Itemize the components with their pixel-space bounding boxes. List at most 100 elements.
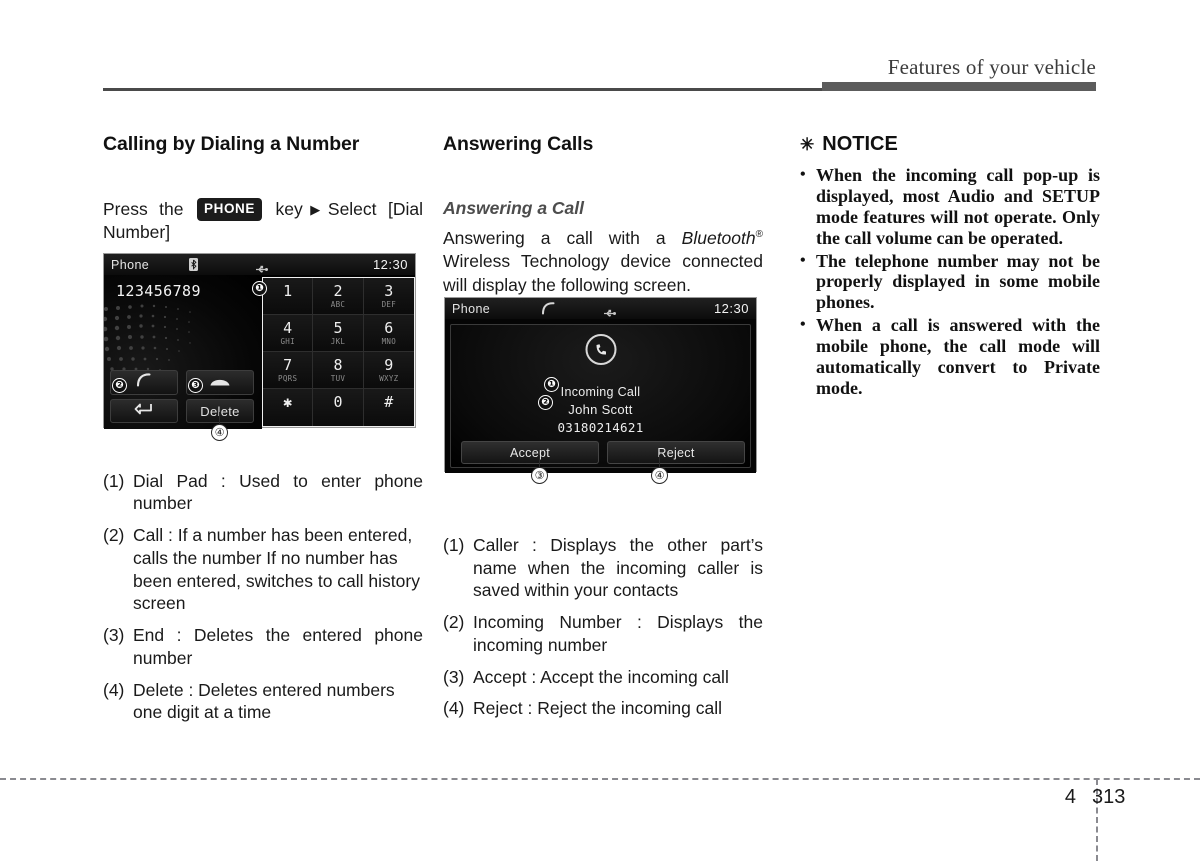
key-9[interactable]: 9 WXYZ (363, 352, 414, 389)
column-left: Calling by Dialing a Number Press the PH… (103, 133, 423, 733)
list-item: (3) End : Deletes the entered phone numb… (103, 624, 423, 670)
screen-status-bar: Phone 12:30 (445, 298, 756, 319)
list-item: (2) Incoming Number : Displays the incom… (443, 611, 763, 657)
desc-text: Incoming Number : Displays the incoming … (473, 612, 763, 655)
status-clock: 12:30 (713, 301, 749, 316)
page-footer: 4 313 (1040, 782, 1190, 812)
callout-marker-1: ❶ (252, 281, 267, 296)
key-7[interactable]: 7 PQRS (263, 352, 314, 389)
call-icon (135, 373, 154, 392)
notice-items: • When the incoming call pop-up is displ… (800, 165, 1100, 399)
incoming-call-screenshot: Phone 12:30 Incoming Call John Scott 031… (444, 297, 757, 473)
key-digit: 2 (333, 281, 343, 300)
key-letters: MNO (381, 336, 397, 346)
key-digit: # (384, 393, 394, 411)
page-number: 313 (1092, 785, 1126, 808)
callout-marker-3: ③ (531, 467, 548, 484)
key-digit: 0 (333, 393, 343, 411)
callout-marker-1: ❶ (544, 377, 559, 392)
callout-marker-3: ❸ (188, 378, 203, 393)
dial-keypad[interactable]: 1 2 ABC 3 DEF 4 GHI 5 JKL 6 MNO 7 PQRS 8 TUV 9W… (262, 277, 415, 427)
key-digit: 1 (283, 281, 293, 300)
key-letters: ABC (330, 299, 346, 309)
list-item: (3) Accept : Accept the incoming call (443, 666, 763, 689)
dial-display-area: 123456789 Delete (104, 275, 262, 429)
body-part-1: Answering a call with a (443, 228, 682, 248)
key-letters: TUV (330, 373, 346, 383)
list-item: (4) Reject : Reject the incoming call (443, 697, 763, 720)
back-button[interactable] (110, 399, 178, 423)
key-6[interactable]: 6 MNO (363, 315, 414, 352)
notice-header: ✳ NOTICE (800, 133, 1100, 156)
key-4[interactable]: 4 GHI (263, 315, 314, 352)
key-1[interactable]: 1 (263, 278, 314, 315)
callout-marker-2: ❷ (538, 395, 553, 410)
crop-mark-horizontal (0, 778, 1200, 780)
key-2[interactable]: 2 ABC (313, 278, 364, 315)
asterisk-icon: ✳ (800, 134, 815, 154)
callout-marker-2: ❷ (112, 378, 127, 393)
desc-number: (2) (443, 612, 465, 633)
key-digit: 9 (384, 355, 394, 374)
key-8[interactable]: 8 TUV (313, 352, 364, 389)
key-digit: 8 (333, 355, 343, 374)
incoming-call-icon (585, 334, 616, 365)
registered-mark: ® (755, 229, 763, 241)
key-digit: 4 (283, 318, 293, 337)
desc-text: End : Deletes the entered phone number (133, 625, 423, 668)
desc-number: (2) (103, 525, 125, 546)
accept-button[interactable]: Accept (461, 441, 599, 464)
desc-text: Caller : Displays the other part’s name … (473, 534, 763, 601)
bullet-icon: • (800, 316, 806, 334)
status-clock: 12:30 (372, 257, 408, 272)
desc-text: Call : If a number has been entered, cal… (133, 525, 420, 614)
page-title: Features of your vehicle (887, 55, 1096, 79)
callout-marker-4: ④ (211, 424, 228, 441)
header-rule-thin (103, 88, 823, 91)
reject-button-label: Reject (657, 445, 695, 460)
column-right: ✳ NOTICE • When the incoming call pop-up… (800, 133, 1100, 401)
entered-number-display: 123456789 (116, 282, 201, 300)
header-rule-thick (822, 82, 1096, 91)
notice-text: The telephone number may not be properly… (816, 250, 1100, 313)
key-letters: JKL (330, 336, 346, 346)
key-0[interactable]: 0 (313, 389, 364, 426)
key-5[interactable]: 5 JKL (313, 315, 364, 352)
key-star[interactable]: ✱ (263, 389, 314, 426)
desc-text: Reject : Reject the incoming call (473, 698, 722, 719)
desc-number: (3) (443, 666, 465, 687)
key-3[interactable]: 3 DEF (363, 278, 414, 315)
notice-text: When a call is answered with the mobile … (816, 315, 1100, 398)
screen-status-bar: Phone 12:30 (104, 254, 415, 275)
answering-descriptions: (1) Caller : Displays the other part’s n… (443, 534, 763, 720)
notice-title: NOTICE (822, 133, 898, 155)
bluetooth-icon (189, 258, 198, 276)
key-digit: ✱ (283, 393, 293, 411)
bullet-icon: • (800, 251, 806, 269)
desc-text: Delete : Deletes entered numbers one dig… (133, 679, 395, 723)
body-part-2: Wireless Technology device connected wil… (443, 251, 763, 295)
bluetooth-trademark: Bluetooth (681, 228, 756, 248)
desc-number: (3) (103, 625, 125, 646)
key-hash[interactable]: # (363, 389, 414, 426)
list-item: • When the incoming call pop-up is displ… (800, 165, 1100, 249)
list-item: • The telephone number may not be proper… (800, 251, 1100, 314)
key-digit: 5 (333, 318, 343, 337)
list-item: (1) Caller : Displays the other part’s n… (443, 534, 763, 602)
call-handset-icon (540, 302, 557, 320)
key-letters: WXYZ (379, 373, 399, 383)
arrow-right-icon: ▶ (303, 202, 327, 217)
status-title: Phone (452, 301, 491, 316)
section-title-calling: Calling by Dialing a Number (103, 133, 360, 155)
desc-number: (1) (103, 470, 125, 491)
subsection-title-answering-a-call: Answering a Call (443, 198, 585, 218)
desc-number: (4) (103, 679, 125, 700)
phone-key-badge[interactable]: PHONE (196, 198, 262, 221)
instruction-key-word: key (275, 199, 303, 219)
dial-instruction: Press the PHONE key▶Select [Dial Number] (103, 198, 423, 245)
section-title-answering: Answering Calls (443, 133, 594, 155)
key-digit: 6 (384, 318, 394, 337)
list-item: • When a call is answered with the mobil… (800, 315, 1100, 399)
desc-number: (4) (443, 698, 465, 719)
reject-button[interactable]: Reject (607, 441, 745, 464)
